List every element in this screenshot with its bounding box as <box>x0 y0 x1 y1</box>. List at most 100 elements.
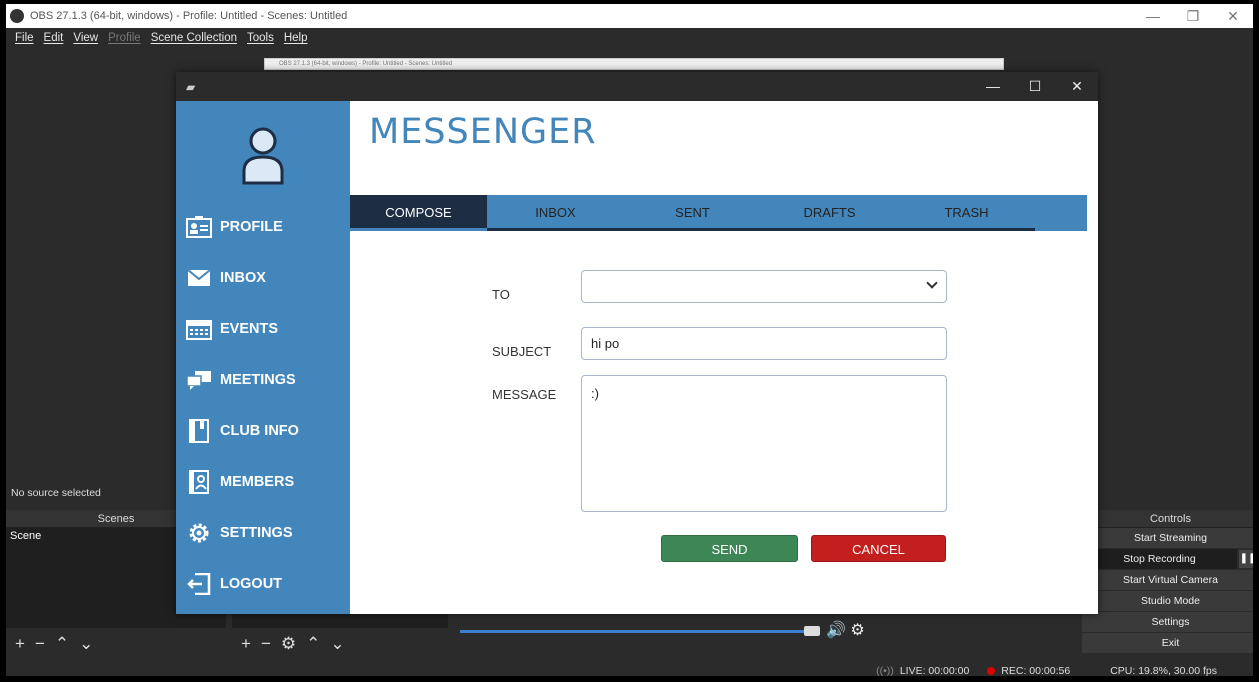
stop-recording-button[interactable]: Stop Recording <box>1082 549 1237 570</box>
menu-view[interactable]: View <box>73 32 98 44</box>
message-value: :) <box>591 386 599 401</box>
pause-icon[interactable]: ❚❚ <box>1239 550 1253 568</box>
messenger-window: ▰ — ☐ ✕ PROFILE INBOX EVENTS MEETINGS CL… <box>176 72 1098 614</box>
profile-card-icon <box>186 215 212 239</box>
tab-inbox[interactable]: INBOX <box>487 195 624 231</box>
sidebar-item-meetings[interactable]: MEETINGS <box>186 365 346 395</box>
gear-icon <box>186 521 212 545</box>
obs-window-controls: — ❐ ✕ <box>1133 4 1253 28</box>
mixer-icons: 🔊 ⚙ <box>826 620 865 640</box>
cpu-text: CPU: 19.8%, 30.00 fps <box>1110 665 1217 677</box>
controls-dock: Controls Start Streaming Stop Recording … <box>1082 510 1253 658</box>
volume-slider-handle[interactable] <box>804 626 820 636</box>
captured-obs-titlebar: OBS 27.1.3 (64-bit, windows) - Profile: … <box>264 58 1004 70</box>
stop-recording-row: Stop Recording ❚❚ <box>1082 549 1253 570</box>
envelope-icon <box>186 266 212 290</box>
chat-bubbles-icon <box>186 368 212 392</box>
menu-profile[interactable]: Profile <box>108 32 141 44</box>
move-down-icon[interactable]: ⌄ <box>79 630 93 658</box>
start-virtual-camera-button[interactable]: Start Virtual Camera <box>1082 570 1253 591</box>
sidebar-item-club-info[interactable]: CLUB INFO <box>186 416 346 446</box>
cancel-label: CANCEL <box>852 542 905 557</box>
sidebar-item-label: LOGOUT <box>220 576 283 592</box>
tab-underline <box>487 228 1035 231</box>
tab-drafts[interactable]: DRAFTS <box>761 195 898 231</box>
volume-slider-track[interactable] <box>460 630 810 633</box>
move-up-icon[interactable]: ⌃ <box>55 630 69 658</box>
active-tab-indicator <box>350 228 487 231</box>
menu-tools[interactable]: Tools <box>247 32 274 44</box>
menu-help[interactable]: Help <box>284 32 308 44</box>
cpu-status: CPU: 19.8%, 30.00 fps <box>1110 665 1217 677</box>
sidebar-item-logout[interactable]: LOGOUT <box>186 569 346 599</box>
sidebar-item-label: PROFILE <box>220 219 283 235</box>
subject-value: hi po <box>591 336 620 351</box>
calendar-icon <box>186 317 212 341</box>
book-icon <box>186 419 212 443</box>
studio-mode-button[interactable]: Studio Mode <box>1082 591 1253 612</box>
subject-field[interactable]: hi po <box>581 327 947 360</box>
sidebar-item-settings[interactable]: SETTINGS <box>186 518 346 548</box>
send-button[interactable]: SEND <box>661 535 798 562</box>
tab-sent[interactable]: SENT <box>624 195 761 231</box>
status-bar: ((•)) LIVE: 00:00:00 REC: 00:00:56 CPU: … <box>6 660 1253 677</box>
sidebar-item-members[interactable]: MEMBERS <box>186 467 346 497</box>
logout-icon <box>186 572 212 596</box>
live-time: LIVE: 00:00:00 <box>899 665 970 677</box>
sidebar: PROFILE INBOX EVENTS MEETINGS CLUB INFO … <box>176 101 350 614</box>
close-icon[interactable]: ✕ <box>1056 72 1098 101</box>
minimize-icon[interactable]: — <box>1133 4 1173 28</box>
send-label: SEND <box>711 542 748 557</box>
tab-compose[interactable]: COMPOSE <box>350 195 487 231</box>
remove-icon[interactable]: − <box>261 630 271 658</box>
obs-window-title: OBS 27.1.3 (64-bit, windows) - Profile: … <box>30 10 348 22</box>
live-status: ((•)) LIVE: 00:00:00 <box>876 665 970 677</box>
scenes-toolbar: + − ⌃ ⌄ <box>6 630 226 658</box>
maximize-icon[interactable]: ☐ <box>1014 72 1056 101</box>
cancel-button[interactable]: CANCEL <box>811 535 946 562</box>
remove-icon[interactable]: − <box>35 630 45 658</box>
sources-toolbar: + − ⚙ ⌃ ⌄ <box>232 630 448 658</box>
contact-book-icon <box>186 470 212 494</box>
sidebar-item-events[interactable]: EVENTS <box>186 314 346 344</box>
app-icon: ▰ <box>186 80 196 94</box>
to-select[interactable] <box>581 270 947 303</box>
restore-icon[interactable]: ❐ <box>1173 4 1213 28</box>
subject-label: SUBJECT <box>492 344 552 359</box>
add-icon[interactable]: + <box>15 630 25 658</box>
message-field[interactable]: :) <box>581 375 947 512</box>
obs-logo-icon <box>10 9 24 23</box>
move-up-icon[interactable]: ⌃ <box>306 630 320 658</box>
page-title: MESSENGER <box>369 112 597 152</box>
speaker-icon[interactable]: 🔊 <box>826 622 846 639</box>
screen: OBS 27.1.3 (64-bit, windows) - Profile: … <box>0 0 1259 682</box>
tab-trash[interactable]: TRASH <box>898 195 1035 231</box>
record-icon <box>987 667 996 675</box>
tab-bar: COMPOSE INBOX SENT DRAFTS TRASH <box>350 195 1087 231</box>
gear-icon[interactable]: ⚙ <box>281 630 296 658</box>
messenger-window-controls: — ☐ ✕ <box>972 72 1098 101</box>
add-icon[interactable]: + <box>241 630 251 658</box>
messenger-titlebar: ▰ — ☐ ✕ <box>176 72 1098 101</box>
menu-file[interactable]: File <box>15 32 34 44</box>
message-label: MESSAGE <box>492 387 557 402</box>
sidebar-item-label: MEETINGS <box>220 372 296 388</box>
start-streaming-button[interactable]: Start Streaming <box>1082 528 1253 549</box>
to-label: TO <box>492 287 510 302</box>
obs-menubar: File Edit View Profile Scene Collection … <box>6 28 1253 48</box>
menu-scene-collection[interactable]: Scene Collection <box>151 32 237 44</box>
sidebar-item-label: EVENTS <box>220 321 279 337</box>
sidebar-item-inbox[interactable]: INBOX <box>186 263 346 293</box>
gear-icon[interactable]: ⚙ <box>850 622 864 639</box>
minimize-icon[interactable]: — <box>972 72 1014 101</box>
user-avatar-icon <box>242 127 284 185</box>
move-down-icon[interactable]: ⌄ <box>330 630 344 658</box>
exit-button[interactable]: Exit <box>1082 633 1253 654</box>
rec-status: REC: 00:00:56 <box>987 665 1070 676</box>
close-icon[interactable]: ✕ <box>1213 4 1253 28</box>
sidebar-item-label: MEMBERS <box>220 474 295 490</box>
sidebar-item-profile[interactable]: PROFILE <box>186 212 346 242</box>
settings-button[interactable]: Settings <box>1082 612 1253 633</box>
menu-edit[interactable]: Edit <box>44 32 64 44</box>
sidebar-item-label: INBOX <box>220 270 266 286</box>
